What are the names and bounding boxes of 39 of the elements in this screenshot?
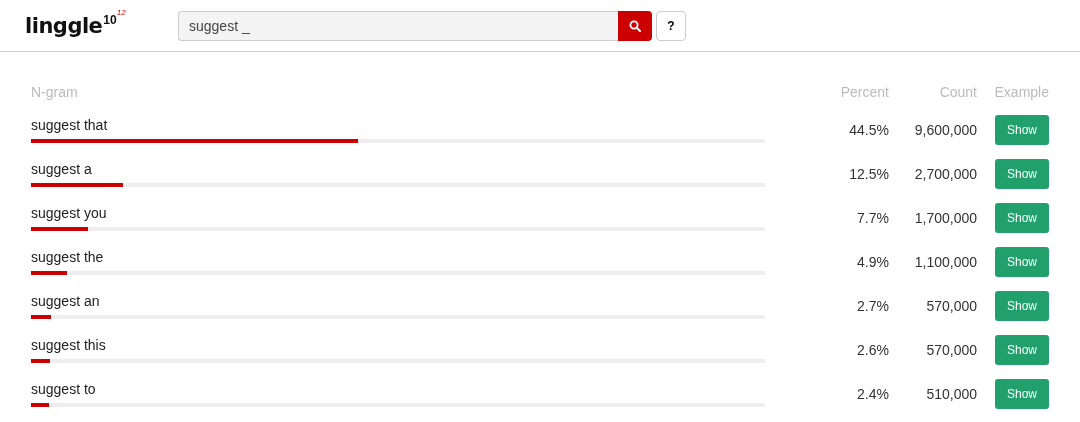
search-button[interactable] [618, 10, 652, 41]
count-cell-text: 2,700,000 [913, 166, 977, 182]
percent-cell-text: 44.5% [848, 122, 889, 138]
show-button[interactable]: Show [995, 203, 1049, 233]
count-cell-text: 1,700,000 [913, 210, 977, 226]
percent-cell-text: 4.9% [856, 254, 889, 270]
percent-cell-text: 2.6% [856, 342, 889, 358]
column-header: Percent [839, 84, 889, 100]
logo-exponent: 12 [116, 7, 126, 17]
ngram-text: suggest this [31, 337, 107, 353]
show-button[interactable]: Show [995, 291, 1049, 321]
show-button[interactable]: Show [995, 159, 1049, 189]
ngram-text: suggest an [31, 293, 101, 309]
ngram-text: suggest the [31, 249, 105, 265]
count-cell-text: 570,000 [925, 298, 977, 314]
logo-wordmark: linggle [25, 12, 103, 40]
search-field[interactable]: suggest _ [178, 10, 618, 41]
ngram-text: suggest that [31, 117, 109, 133]
ngram-text: suggest you [31, 205, 108, 221]
percent-cell-text: 12.5% [848, 166, 889, 182]
percent-cell-text: 2.4% [856, 386, 889, 402]
column-header: Example [993, 84, 1049, 100]
logo-superscript: 10 [103, 12, 117, 27]
column-header: N-gram [31, 84, 79, 100]
count-cell-text: 570,000 [925, 342, 977, 358]
count-cell-text: 510,000 [925, 386, 977, 402]
percent-cell-text: 2.7% [856, 298, 889, 314]
help-button[interactable]: ? [656, 10, 686, 41]
show-button[interactable]: Show [995, 335, 1049, 365]
search-icon [629, 19, 641, 32]
column-header: Count [938, 84, 977, 100]
ngram-text: suggest a [31, 161, 93, 177]
show-button[interactable]: Show [995, 247, 1049, 277]
count-cell-text: 1,100,000 [913, 254, 977, 270]
show-button[interactable]: Show [995, 115, 1049, 145]
percent-cell-text: 7.7% [856, 210, 889, 226]
ngram-text: suggest to [31, 381, 97, 397]
show-button[interactable]: Show [995, 379, 1049, 409]
count-cell-text: 9,600,000 [913, 122, 977, 138]
